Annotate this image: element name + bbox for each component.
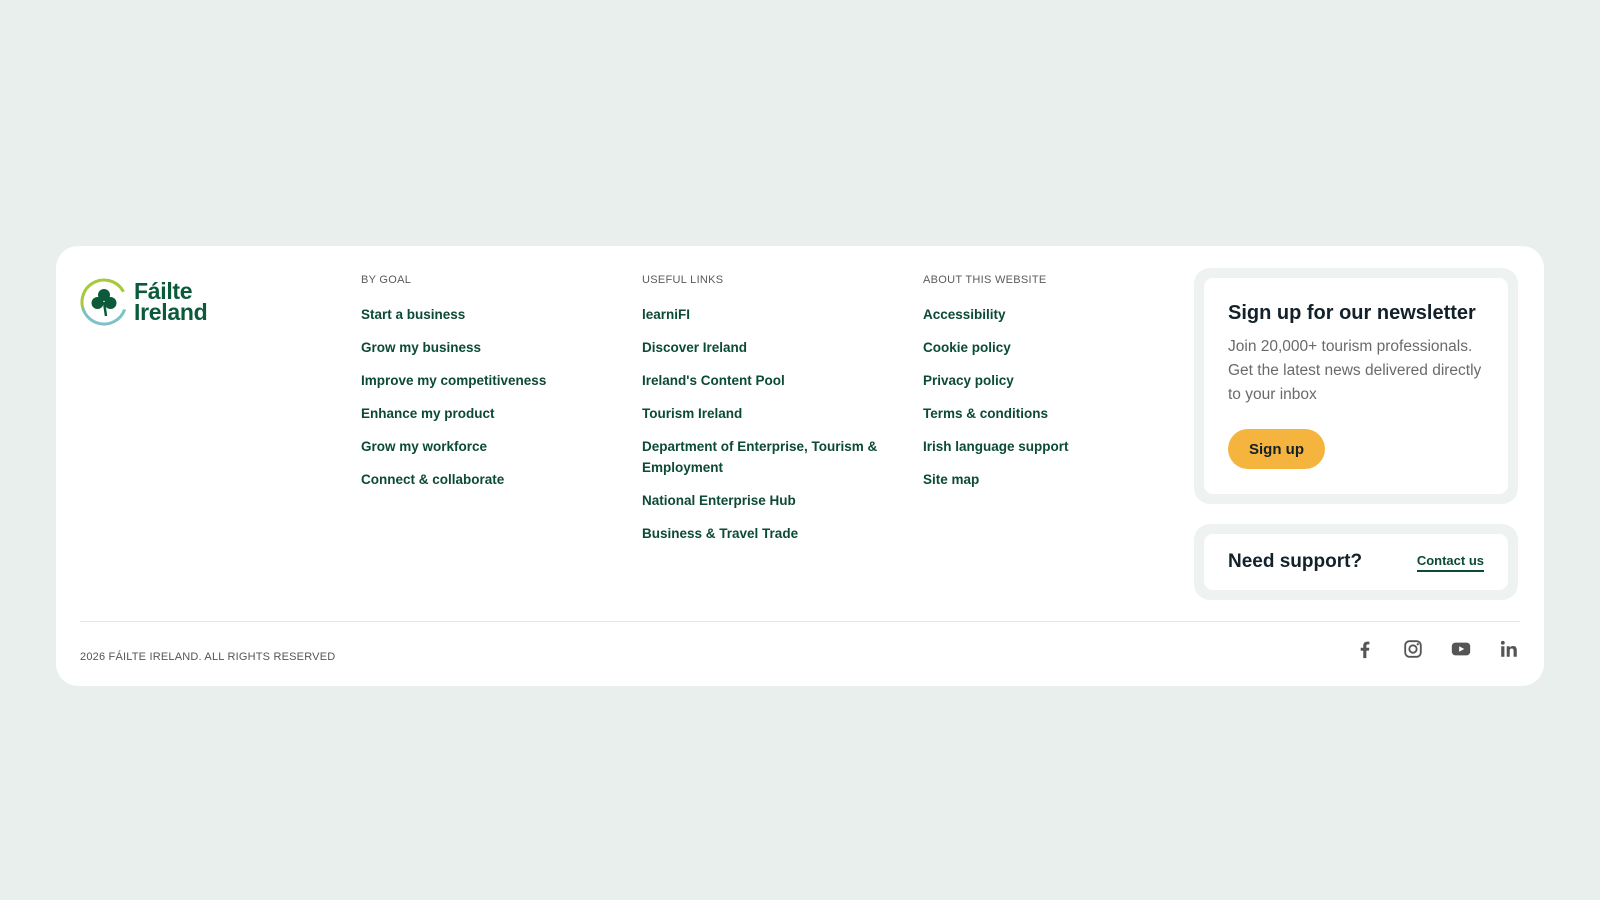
support-card: Need support? Contact us — [1204, 534, 1508, 590]
support-panel: Need support? Contact us — [1194, 524, 1518, 600]
logo-line-2: Ireland — [134, 299, 208, 325]
footer-column-useful-links: USEFUL LINKS learniFI Discover Ireland I… — [642, 274, 882, 556]
footer-column-by-goal: BY GOAL Start a business Grow my busines… — [361, 274, 611, 502]
youtube-icon[interactable] — [1450, 638, 1472, 660]
footer-divider — [80, 621, 1520, 622]
newsletter-card: Sign up for our newsletter Join 20,000+ … — [1204, 278, 1508, 494]
footer-link-accessibility[interactable]: Accessibility — [923, 304, 1006, 325]
footer-link-privacy-policy[interactable]: Privacy policy — [923, 370, 1014, 391]
footer-column-about-website: ABOUT THIS WEBSITE Accessibility Cookie … — [923, 274, 1173, 502]
newsletter-description: Join 20,000+ tourism professionals. Get … — [1228, 338, 1482, 403]
column-heading: USEFUL LINKS — [642, 274, 724, 286]
footer-link-site-map[interactable]: Site map — [923, 469, 979, 490]
column-heading: ABOUT THIS WEBSITE — [923, 274, 1047, 286]
instagram-icon[interactable] — [1402, 638, 1424, 660]
site-footer: Fáilte Ireland BY GOAL Start a business … — [56, 246, 1544, 686]
copyright-text: 2026 FÁILTE IRELAND. ALL RIGHTS RESERVED — [80, 651, 336, 663]
footer-link-grow-business[interactable]: Grow my business — [361, 337, 481, 358]
sign-up-button[interactable]: Sign up — [1228, 429, 1325, 469]
footer-link-start-business[interactable]: Start a business — [361, 304, 465, 325]
social-links — [1354, 638, 1520, 660]
newsletter-panel: Sign up for our newsletter Join 20,000+ … — [1194, 268, 1518, 504]
footer-link-discover-ireland[interactable]: Discover Ireland — [642, 337, 747, 358]
footer-link-national-enterprise-hub[interactable]: National Enterprise Hub — [642, 490, 796, 511]
column-heading: BY GOAL — [361, 274, 412, 286]
failte-ireland-logo[interactable]: Fáilte Ireland — [80, 278, 208, 326]
footer-link-business-travel-trade[interactable]: Business & Travel Trade — [642, 523, 798, 544]
logo-wordmark: Fáilte Ireland — [134, 280, 208, 325]
footer-link-cookie-policy[interactable]: Cookie policy — [923, 337, 1011, 358]
footer-link-grow-workforce[interactable]: Grow my workforce — [361, 436, 487, 457]
facebook-icon[interactable] — [1354, 638, 1376, 660]
footer-link-irish-language-support[interactable]: Irish language support — [923, 436, 1069, 457]
linkedin-icon[interactable] — [1498, 638, 1520, 660]
footer-link-tourism-ireland[interactable]: Tourism Ireland — [642, 403, 742, 424]
newsletter-title: Sign up for our newsletter — [1228, 302, 1476, 324]
footer-link-enhance-product[interactable]: Enhance my product — [361, 403, 495, 424]
shamrock-logo-icon — [80, 278, 128, 326]
footer-link-terms-conditions[interactable]: Terms & conditions — [923, 403, 1048, 424]
contact-us-link[interactable]: Contact us — [1416, 553, 1484, 572]
footer-link-department-enterprise[interactable]: Department of Enterprise, Tourism & Empl… — [642, 436, 882, 478]
footer-link-learnifi[interactable]: learniFI — [642, 304, 690, 325]
support-title: Need support? — [1228, 551, 1363, 572]
footer-link-connect-collaborate[interactable]: Connect & collaborate — [361, 469, 504, 490]
footer-link-improve-competitiveness[interactable]: Improve my competitiveness — [361, 370, 546, 391]
footer-link-content-pool[interactable]: Ireland's Content Pool — [642, 370, 785, 391]
